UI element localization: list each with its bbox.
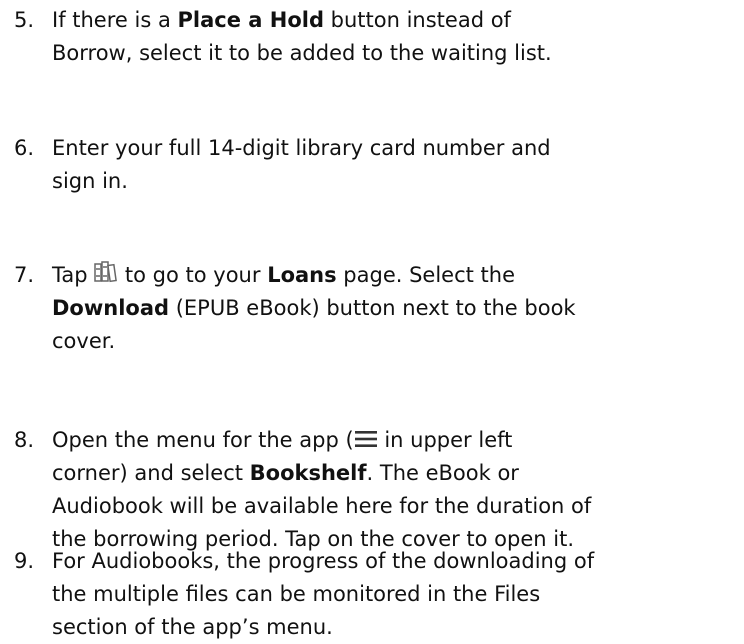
text-run: to go to your xyxy=(118,263,268,287)
text-run: page. Select the xyxy=(336,263,516,287)
text-run: in upper left xyxy=(377,428,513,452)
text-run: sign in. xyxy=(52,169,128,193)
step-line: For Audiobooks, the progress of the down… xyxy=(52,545,736,578)
text-run: cover. xyxy=(52,329,116,353)
step-line: cover. xyxy=(52,325,736,358)
text-run: Borrow, select it to be added to the wai… xyxy=(52,41,552,65)
step-text: Tap to go to your Loans page. Select the… xyxy=(52,259,736,358)
step-text: Enter your full 14-digit library card nu… xyxy=(52,132,736,198)
text-run: section of the app’s menu. xyxy=(52,615,333,639)
instruction-step: 7. Tap to go to your Loans page. Select t… xyxy=(14,259,736,358)
step-line: Tap to go to your Loans page. Select the xyxy=(52,259,736,292)
text-run: For Audiobooks, the progress of the down… xyxy=(52,549,595,573)
step-number: 8. xyxy=(14,428,35,452)
step-text: If there is a Place a Hold button instea… xyxy=(52,4,736,70)
text-run: Audiobook will be available here for the… xyxy=(52,494,592,518)
step-line: Download (EPUB eBook) button next to the… xyxy=(52,292,736,325)
text-run: Open the menu for the app ( xyxy=(52,428,354,452)
text-run: If there is a xyxy=(52,8,178,32)
instruction-step: 5. If there is a Place a Hold button inst… xyxy=(14,4,736,70)
text-run: Tap xyxy=(52,263,95,287)
text-run: button instead of xyxy=(323,8,511,32)
text-run: Enter your full 14-digit library card nu… xyxy=(52,136,551,160)
step-line: section of the app’s menu. xyxy=(52,611,736,644)
step-line: sign in. xyxy=(52,165,736,198)
step-line: If there is a Place a Hold button instea… xyxy=(52,4,736,37)
step-text: For Audiobooks, the progress of the down… xyxy=(52,545,736,644)
text-run: corner) and select xyxy=(52,461,250,485)
step-number: 9. xyxy=(14,549,35,573)
bold-term: Download xyxy=(52,296,170,320)
step-number: 5. xyxy=(14,8,35,32)
step-line: the multiple files can be monitored in t… xyxy=(52,578,736,611)
instruction-step: 8. Open the menu for the app ( in upper l… xyxy=(14,424,736,556)
loans-books-icon xyxy=(94,261,118,283)
step-line: Borrow, select it to be added to the wai… xyxy=(52,37,736,70)
step-line: Audiobook will be available here for the… xyxy=(52,490,736,523)
text-run: . The eBook or xyxy=(366,461,519,485)
bold-term: Place a Hold xyxy=(177,8,324,32)
bold-term: Bookshelf xyxy=(249,461,367,485)
hamburger-menu-icon xyxy=(354,431,377,447)
step-line: Enter your full 14-digit library card nu… xyxy=(52,132,736,165)
text-run: the multiple files can be monitored in t… xyxy=(52,582,541,606)
instruction-step: 6. Enter your full 14-digit library card … xyxy=(14,132,736,198)
step-text: Open the menu for the app ( in upper lef… xyxy=(52,424,736,556)
step-number: 7. xyxy=(14,263,35,287)
text-run: (EPUB eBook) button next to the book xyxy=(169,296,576,320)
step-line: corner) and select Bookshelf. The eBook … xyxy=(52,457,736,490)
step-line: Open the menu for the app ( in upper lef… xyxy=(52,424,736,457)
step-number: 6. xyxy=(14,136,35,160)
instruction-step: 9. For Audiobooks, the progress of the do… xyxy=(14,545,736,644)
bold-term: Loans xyxy=(267,263,337,287)
